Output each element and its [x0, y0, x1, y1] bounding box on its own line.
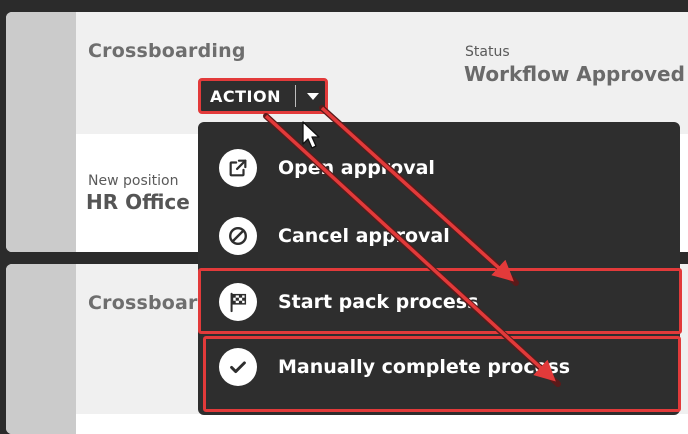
cancel-icon — [219, 217, 257, 255]
card-stripe — [6, 264, 76, 434]
menu-item-open-approval[interactable]: Open approval — [198, 136, 680, 200]
highlight-box-start-pack — [198, 268, 682, 334]
menu-item-cancel-approval[interactable]: Cancel approval — [198, 204, 680, 268]
menu-item-label: Open approval — [278, 157, 435, 179]
external-link-icon — [219, 149, 257, 187]
highlight-box-manual-complete — [203, 336, 681, 412]
caret-down-icon[interactable] — [307, 92, 319, 100]
card-title: Crossboarding — [88, 40, 246, 62]
new-position-label: New position — [88, 173, 179, 189]
action-button[interactable]: ACTION — [198, 78, 328, 114]
status-value: Workflow Approved — [464, 62, 685, 86]
action-button-divider — [295, 85, 296, 107]
new-position-value: HR Office — [86, 190, 190, 214]
action-button-label: ACTION — [210, 86, 281, 106]
status-label: Status — [465, 44, 510, 60]
card-stripe — [6, 12, 76, 252]
menu-item-label: Cancel approval — [278, 225, 450, 247]
